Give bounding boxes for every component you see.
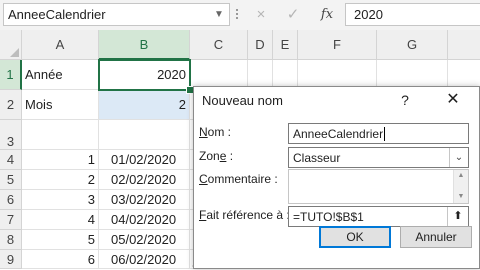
insert-function-icon[interactable]: fx [316, 3, 338, 26]
name-field-value: AnneeCalendrier [293, 127, 384, 141]
comment-label: Commentaire : [199, 172, 278, 186]
new-name-dialog: Nouveau nom ? ✕ Nom : AnneeCalendrier Zo… [193, 86, 480, 269]
formula-bar: AnneeCalendrier ▼ × ✓ fx 2020 [0, 0, 480, 31]
cell-b3[interactable] [99, 120, 190, 150]
table-row-date[interactable]: 04/02/2020 [99, 210, 190, 230]
chevron-down-icon[interactable]: ⌄ [449, 148, 468, 167]
formula-input[interactable]: 2020 [345, 3, 480, 26]
name-box[interactable]: AnneeCalendrier ▼ [3, 3, 230, 26]
chevron-down-icon[interactable]: ▼ [212, 5, 226, 25]
row-header-2[interactable]: 2 [0, 90, 22, 120]
close-icon[interactable]: ✕ [441, 90, 465, 110]
table-row-num[interactable]: 2 [22, 170, 99, 190]
ok-button[interactable]: OK [319, 226, 391, 248]
formula-buttons: × ✓ fx [244, 3, 340, 26]
comment-scrollbar[interactable]: ▲ ▼ [453, 170, 468, 203]
cancel-button[interactable]: Annuler [400, 226, 472, 248]
table-row-num[interactable]: 4 [22, 210, 99, 230]
row-header-6[interactable]: 6 [0, 190, 22, 210]
zone-select[interactable]: Classeur ⌄ [288, 147, 469, 168]
select-all-button[interactable] [0, 30, 22, 60]
cell-a1[interactable]: Année [22, 60, 99, 90]
row-header-8[interactable]: 8 [0, 230, 22, 250]
table-row-date[interactable]: 06/02/2020 [99, 250, 190, 269]
row-header-7[interactable]: 7 [0, 210, 22, 230]
column-header-g[interactable]: G [377, 30, 448, 60]
dialog-title: Nouveau nom [202, 93, 283, 108]
collapse-dialog-icon[interactable]: ⬆ [447, 207, 468, 226]
table-row-date[interactable]: 05/02/2020 [99, 230, 190, 250]
refers-to-field[interactable]: =TUTO!$B$1 ⬆ [288, 206, 469, 227]
table-row-num[interactable]: 3 [22, 190, 99, 210]
formula-value: 2020 [354, 7, 383, 22]
refers-to-value: =TUTO!$B$1 [293, 210, 364, 224]
table-row-num[interactable]: 5 [22, 230, 99, 250]
zone-select-value: Classeur [293, 151, 341, 165]
table-row-num[interactable]: 1 [22, 150, 99, 170]
row-header-9[interactable]: 9 [0, 250, 22, 269]
row-header-5[interactable]: 5 [0, 170, 22, 190]
name-field[interactable]: AnneeCalendrier [288, 123, 469, 144]
column-header-c[interactable]: C [190, 30, 248, 60]
comment-textarea[interactable]: ▲ ▼ [288, 169, 469, 204]
scroll-up-icon[interactable]: ▲ [454, 171, 468, 181]
cell-b2[interactable]: 2 [99, 90, 190, 120]
table-row-date[interactable]: 01/02/2020 [99, 150, 190, 170]
column-header-b[interactable]: B [99, 30, 190, 60]
table-row-num[interactable]: 6 [22, 250, 99, 269]
column-header-h[interactable] [448, 30, 480, 60]
table-row-date[interactable]: 03/02/2020 [99, 190, 190, 210]
cell-a3[interactable] [22, 120, 99, 150]
cancel-icon[interactable]: × [250, 3, 272, 26]
row-header-4[interactable]: 4 [0, 150, 22, 170]
cell-a2[interactable]: Mois [22, 90, 99, 120]
enter-icon[interactable]: ✓ [282, 3, 304, 26]
row-header-1[interactable]: 1 [0, 60, 22, 90]
name-label: Nom : [199, 125, 232, 139]
column-header-a[interactable]: A [22, 30, 99, 60]
cell-b1[interactable]: 2020 [99, 60, 190, 90]
table-row-date[interactable]: 02/02/2020 [99, 170, 190, 190]
column-header-f[interactable]: F [298, 30, 377, 60]
scroll-down-icon[interactable]: ▼ [454, 192, 468, 202]
column-header-e[interactable]: E [273, 30, 298, 60]
resize-handle-icon[interactable] [234, 7, 240, 23]
text-cursor [384, 127, 385, 141]
help-icon[interactable]: ? [394, 90, 416, 110]
column-header-d[interactable]: D [248, 30, 273, 60]
name-box-value: AnneeCalendrier [8, 7, 106, 22]
row-header-3[interactable]: 3 [0, 120, 22, 150]
refers-to-label: Fait référence à : [199, 208, 290, 222]
zone-label: Zone : [199, 149, 234, 163]
